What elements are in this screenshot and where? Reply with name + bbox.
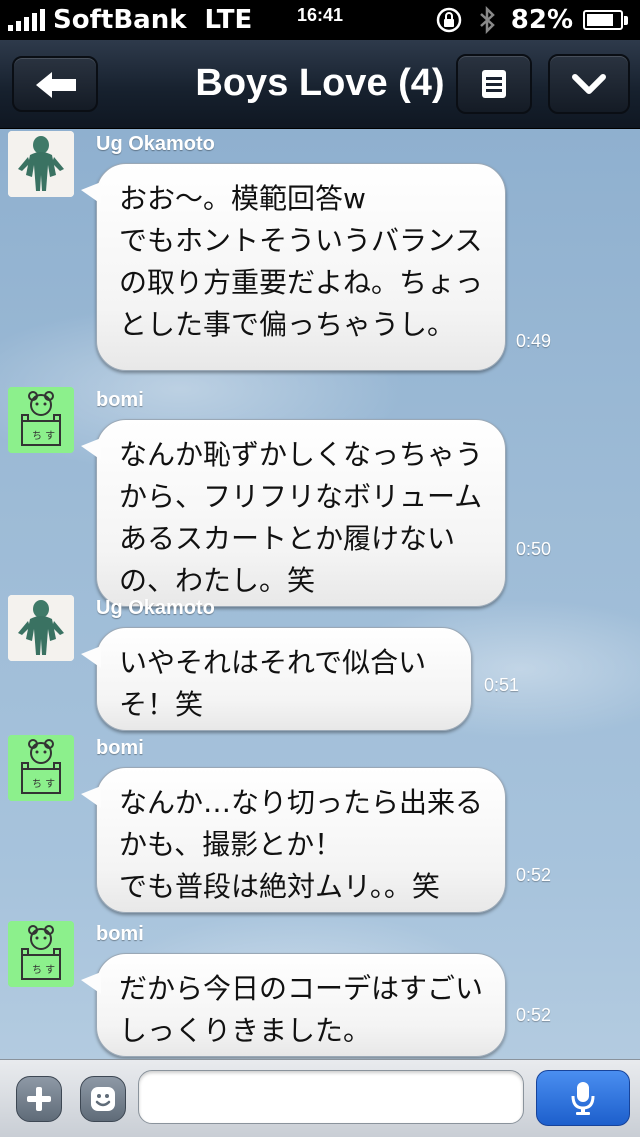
microphone-button[interactable] xyxy=(536,1070,630,1126)
input-bar xyxy=(0,1059,640,1137)
battery-percent: 82% xyxy=(510,5,573,35)
sender-name: Ug Okamoto xyxy=(96,133,215,155)
sender-name: bomi xyxy=(96,923,144,945)
message-time: 0:51 xyxy=(484,675,520,695)
sender-name: bomi xyxy=(96,737,144,759)
status-bar: SoftBank LTE 16:41 82% xyxy=(0,0,640,40)
nav-bar: Boys Love (4) xyxy=(0,40,640,129)
message-bubble[interactable]: なんか恥ずかしくなっちゃうから、フリフリなボリュームあるスカートとか履けないの、… xyxy=(81,419,506,607)
microphone-icon xyxy=(571,1082,595,1115)
sender-name: Ug Okamoto xyxy=(96,597,215,619)
monster-figure-avatar-icon xyxy=(8,595,74,661)
avatar[interactable]: ち す xyxy=(8,921,74,987)
sticker-button[interactable] xyxy=(80,1076,126,1122)
add-button[interactable] xyxy=(16,1076,62,1122)
svg-text:ち す: ち す xyxy=(32,964,55,976)
sender-name: bomi xyxy=(96,389,144,411)
message-time: 0:49 xyxy=(516,331,552,351)
avatar[interactable]: ち す xyxy=(8,387,74,453)
message-time: 0:52 xyxy=(516,1005,552,1025)
message-time: 0:50 xyxy=(516,539,552,559)
dropdown-button[interactable] xyxy=(548,54,630,114)
svg-text:ち す: ち す xyxy=(32,430,55,442)
back-arrow-icon xyxy=(36,72,76,98)
svg-text:ち す: ち す xyxy=(32,778,55,790)
avatar[interactable]: ち す xyxy=(8,735,74,801)
rotation-lock-icon xyxy=(436,7,462,33)
chat-area[interactable]: Ug Okamoto おお〜。模範回答w でもホントそういうバランスの取り方重要… xyxy=(0,129,640,1059)
smiley-icon xyxy=(91,1087,115,1111)
chevron-down-icon xyxy=(572,74,606,94)
back-button[interactable] xyxy=(12,56,98,112)
avatar[interactable] xyxy=(8,131,74,197)
bear-drawing-avatar-icon: ち す xyxy=(8,387,74,453)
bear-drawing-avatar-icon: ち す xyxy=(8,921,74,987)
monster-figure-avatar-icon xyxy=(8,131,74,197)
message-bubble[interactable]: おお〜。模範回答w でもホントそういうバランスの取り方重要だよね。ちょっとした事… xyxy=(81,163,506,371)
message-bubble[interactable]: なんか…なり切ったら出来るかも、撮影とか！ でも普段は絶対ムリ。。笑 xyxy=(81,767,506,913)
message-time: 0:52 xyxy=(516,865,552,885)
bear-drawing-avatar-icon: ち す xyxy=(8,735,74,801)
menu-button[interactable] xyxy=(456,54,532,114)
message-bubble[interactable]: いやそれはそれで似合いそ！笑 xyxy=(81,627,472,731)
message-input[interactable] xyxy=(138,1070,524,1124)
plus-icon xyxy=(27,1087,51,1111)
battery-icon xyxy=(583,10,628,30)
bluetooth-icon xyxy=(479,6,495,34)
status-right: 82% xyxy=(435,5,628,35)
message-bubble[interactable]: だから今日のコーデはすごいしっくりきました。 xyxy=(81,953,506,1057)
menu-list-icon xyxy=(482,70,506,98)
avatar[interactable] xyxy=(8,595,74,661)
